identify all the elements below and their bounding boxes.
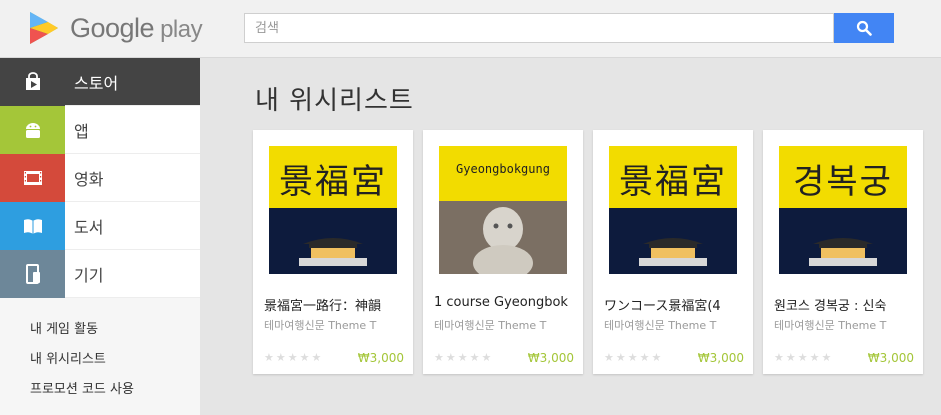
link-redeem-promo-code[interactable]: 프로모션 코드 사용 bbox=[0, 372, 200, 402]
nav-devices-label: 기기 bbox=[74, 265, 104, 285]
android-icon bbox=[25, 122, 40, 138]
card-publisher: 테마여행신문 Theme T bbox=[604, 319, 717, 332]
cover-title: 景福宮 bbox=[269, 146, 397, 210]
logo-play-text: play bbox=[160, 15, 203, 43]
shopping-bag-icon bbox=[25, 71, 40, 90]
nav-devices[interactable]: 기기 bbox=[0, 249, 200, 298]
nav-books[interactable]: 도서 bbox=[0, 201, 200, 250]
star-rating: ★★★★★ bbox=[774, 351, 834, 364]
nav-movies-label: 영화 bbox=[74, 169, 104, 189]
film-icon bbox=[23, 170, 42, 185]
page-title: 내 위시리스트 bbox=[255, 86, 414, 116]
price-label[interactable]: ₩3,000 bbox=[868, 351, 914, 365]
link-my-wishlist[interactable]: 내 위시리스트 bbox=[0, 342, 200, 372]
cover-title: 景福宮 bbox=[609, 146, 737, 210]
card-publisher: 테마여행신문 Theme T bbox=[264, 319, 377, 332]
palace-image bbox=[809, 238, 877, 266]
cover-title: 경복궁 bbox=[779, 146, 907, 210]
logo-text: Google bbox=[70, 12, 155, 43]
wishlist-card[interactable]: 景福宮 景福宮一路行：神韻 테마여행신문 Theme T ★★★★★ ₩3,00… bbox=[253, 130, 413, 374]
book-cover: Gyeongbokgung bbox=[439, 146, 567, 274]
search-box bbox=[244, 13, 834, 43]
link-my-game-activity[interactable]: 내 게임 활동 bbox=[0, 312, 200, 342]
search-input[interactable] bbox=[245, 14, 833, 42]
card-title: 원코스 경복궁 : 신숙 bbox=[774, 299, 887, 314]
nav-store[interactable]: 스토어 bbox=[0, 57, 200, 106]
book-icon bbox=[23, 218, 42, 234]
wishlist-card[interactable]: 경복궁 원코스 경복궁 : 신숙 테마여행신문 Theme T ★★★★★ ₩3… bbox=[763, 130, 923, 374]
sidebar: 스토어 앱 영화 도서 기기 내 게임 활동 내 위시리스트 프로모션 코드 사… bbox=[0, 57, 200, 415]
card-title: ワンコース景福宮(4 bbox=[604, 299, 721, 314]
star-rating: ★★★★★ bbox=[264, 351, 324, 364]
card-publisher: 테마여행신문 Theme T bbox=[434, 319, 547, 332]
top-bar: Google play bbox=[0, 0, 941, 58]
star-rating: ★★★★★ bbox=[604, 351, 664, 364]
wishlist-card[interactable]: Gyeongbokgung 1 course Gyeongbok 테마여행신문 … bbox=[423, 130, 583, 374]
price-label[interactable]: ₩3,000 bbox=[698, 351, 744, 365]
nav-apps-label: 앱 bbox=[74, 121, 89, 141]
nav-books-label: 도서 bbox=[74, 217, 104, 237]
book-cover: 景福宮 bbox=[269, 146, 397, 274]
search-icon bbox=[856, 20, 872, 36]
google-play-logo[interactable]: Google play bbox=[28, 8, 203, 48]
price-label[interactable]: ₩3,000 bbox=[358, 351, 404, 365]
card-publisher: 테마여행신문 Theme T bbox=[774, 319, 887, 332]
play-triangle-icon bbox=[30, 12, 58, 44]
search-button[interactable] bbox=[834, 13, 894, 43]
devices-icon bbox=[25, 263, 40, 284]
statue-image bbox=[439, 201, 567, 274]
card-title: 景福宮一路行：神韻 bbox=[264, 299, 382, 314]
nav-store-label: 스토어 bbox=[74, 73, 119, 93]
nav-movies[interactable]: 영화 bbox=[0, 153, 200, 202]
book-cover: 景福宮 bbox=[609, 146, 737, 274]
wishlist-card[interactable]: 景福宮 ワンコース景福宮(4 테마여행신문 Theme T ★★★★★ ₩3,0… bbox=[593, 130, 753, 374]
palace-image bbox=[639, 238, 707, 266]
sidebar-links: 내 게임 활동 내 위시리스트 프로모션 코드 사용 bbox=[0, 298, 200, 402]
palace-image bbox=[299, 238, 367, 266]
nav-apps[interactable]: 앱 bbox=[0, 105, 200, 154]
star-rating: ★★★★★ bbox=[434, 351, 494, 364]
card-title: 1 course Gyeongbok bbox=[434, 295, 568, 310]
price-label[interactable]: ₩3,000 bbox=[528, 351, 574, 365]
book-cover: 경복궁 bbox=[779, 146, 907, 274]
